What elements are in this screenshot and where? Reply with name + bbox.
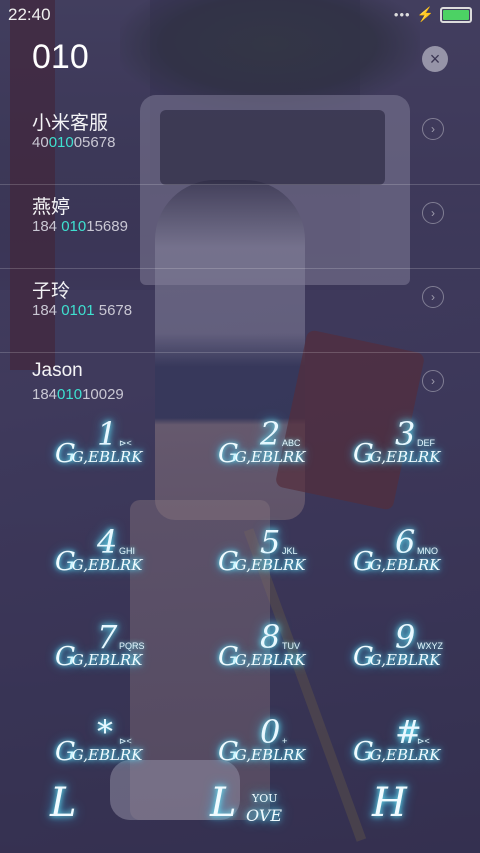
clock: 22:40: [8, 5, 51, 24]
contact-result[interactable]: 小米客服 4001005678 ›: [0, 100, 480, 185]
chevron-right-icon[interactable]: ›: [422, 370, 444, 392]
battery-icon: [440, 6, 472, 23]
contact-number: 184 0101 5678: [32, 302, 133, 319]
call-label-bottom: OVE: [246, 806, 283, 825]
dialed-number: 010: [32, 38, 89, 76]
key-brand: GG,EBLRK: [55, 737, 143, 767]
key-brand: GG,EBLRK: [353, 547, 441, 577]
contact-result[interactable]: Jason 18401010029 ›: [0, 352, 480, 400]
key-1[interactable]: 1 ⊳< GG,EBLRK: [55, 415, 185, 485]
contact-result[interactable]: 燕婷 184 01015689 ›: [0, 184, 480, 269]
key-3[interactable]: 3 DEF GG,EBLRK: [353, 415, 480, 485]
key-brand: GG,EBLRK: [55, 439, 143, 469]
charging-icon: ⚡: [416, 6, 434, 22]
call-button[interactable]: L YOU OVE: [210, 780, 290, 830]
key-brand: GG,EBLRK: [218, 439, 306, 469]
key-brand: GG,EBLRK: [218, 642, 306, 672]
contact-name: 燕婷: [32, 197, 71, 218]
contact-results: 小米客服 4001005678 › 燕婷 184 01015689 › 子玲 1…: [0, 100, 480, 400]
contact-name: Jason: [32, 360, 83, 381]
chevron-right-icon[interactable]: ›: [422, 286, 444, 308]
dialer-actions: L L YOU OVE H: [0, 780, 480, 840]
key-brand: GG,EBLRK: [353, 737, 441, 767]
contact-name: 子玲: [32, 281, 71, 302]
clear-icon[interactable]: ×: [422, 46, 448, 72]
chevron-right-icon[interactable]: ›: [422, 118, 444, 140]
key-7[interactable]: 7 PQRS GG,EBLRK: [55, 618, 185, 688]
key-brand: GG,EBLRK: [218, 737, 306, 767]
key-8[interactable]: 8 TUV GG,EBLRK: [218, 618, 348, 688]
contacts-button[interactable]: L: [50, 780, 77, 826]
key-brand: GG,EBLRK: [55, 642, 143, 672]
contact-number: 18401010029: [32, 386, 124, 400]
signal-icon: •••: [393, 7, 411, 22]
key-brand: GG,EBLRK: [353, 642, 441, 672]
key-brand: GG,EBLRK: [55, 547, 143, 577]
key-brand: GG,EBLRK: [353, 439, 441, 469]
key-0[interactable]: 0 + GG,EBLRK: [218, 713, 348, 783]
key-2[interactable]: 2 ABC GG,EBLRK: [218, 415, 348, 485]
key-6[interactable]: 6 MNO GG,EBLRK: [353, 523, 480, 593]
key-5[interactable]: 5 JKL GG,EBLRK: [218, 523, 348, 593]
contact-number: 4001005678: [32, 134, 116, 151]
key-9[interactable]: 9 WXYZ GG,EBLRK: [353, 618, 480, 688]
key-star[interactable]: * ⊳< GG,EBLRK: [55, 713, 185, 783]
key-4[interactable]: 4 GHI GG,EBLRK: [55, 523, 185, 593]
call-glyph: L: [210, 780, 237, 826]
hide-keypad-button[interactable]: H: [372, 780, 407, 826]
status-bar: 22:40 ••• ⚡: [0, 0, 480, 28]
key-hash[interactable]: # ⊳< GG,EBLRK: [353, 713, 480, 783]
contact-result[interactable]: 子玲 184 0101 5678 ›: [0, 268, 480, 353]
contact-number: 184 01015689: [32, 218, 128, 235]
dial-keypad: 1 ⊳< GG,EBLRK 2 ABC GG,EBLRK 3 DEF GG,EB…: [0, 415, 480, 775]
contact-name: 小米客服: [32, 113, 109, 134]
chevron-right-icon[interactable]: ›: [422, 202, 444, 224]
call-label-top: YOU: [252, 792, 278, 805]
key-brand: GG,EBLRK: [218, 547, 306, 577]
